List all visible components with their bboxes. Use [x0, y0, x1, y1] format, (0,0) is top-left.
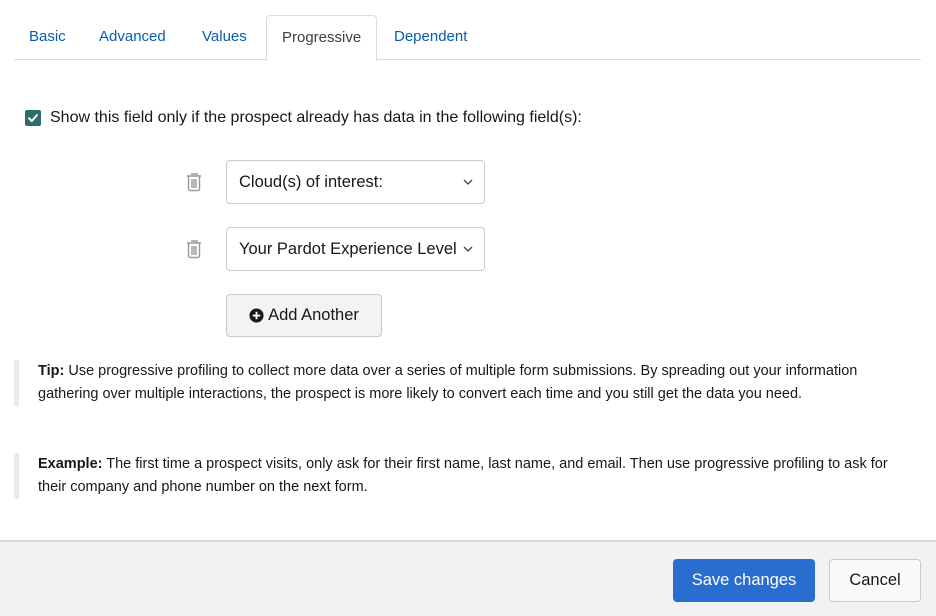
- show-field-checkbox[interactable]: [25, 110, 41, 126]
- tip-text: Use progressive profiling to collect mor…: [38, 363, 858, 402]
- tab-bar: Basic Advanced Values Progressive Depend…: [14, 15, 921, 61]
- tip-label: Tip:: [38, 363, 65, 379]
- plus-circle-icon: [249, 308, 264, 323]
- tab-dependent[interactable]: Dependent: [379, 15, 482, 60]
- show-field-label: Show this field only if the prospect alr…: [50, 109, 582, 126]
- example-text: The first time a prospect visits, only a…: [38, 456, 888, 495]
- tab-basic[interactable]: Basic: [14, 15, 81, 60]
- select-value: Your Pardot Experience Level: [239, 239, 457, 258]
- tab-advanced[interactable]: Advanced: [84, 15, 181, 60]
- tab-progressive[interactable]: Progressive: [266, 15, 378, 61]
- chevron-down-icon: [463, 179, 473, 185]
- condition-field-row: Cloud(s) of interest:: [184, 160, 485, 204]
- add-another-label: Add Another: [268, 306, 359, 324]
- cancel-button[interactable]: Cancel: [829, 559, 921, 602]
- checkmark-icon: [28, 114, 38, 122]
- example-note: Example: The first time a prospect visit…: [14, 453, 919, 499]
- example-label: Example:: [38, 456, 103, 472]
- condition-field-select[interactable]: Your Pardot Experience Level: [226, 227, 485, 271]
- condition-field-select[interactable]: Cloud(s) of interest:: [226, 160, 485, 204]
- chevron-down-icon: [463, 246, 473, 252]
- footer: Save changes Cancel: [0, 540, 936, 616]
- condition-field-row: Your Pardot Experience Level: [184, 227, 485, 271]
- show-field-condition: Show this field only if the prospect alr…: [25, 109, 582, 127]
- trash-icon[interactable]: [184, 238, 204, 260]
- select-value: Cloud(s) of interest:: [239, 172, 383, 191]
- trash-icon[interactable]: [184, 171, 204, 193]
- tab-values[interactable]: Values: [187, 15, 262, 60]
- add-another-button[interactable]: Add Another: [226, 294, 382, 337]
- tip-note: Tip: Use progressive profiling to collec…: [14, 360, 919, 406]
- save-changes-button[interactable]: Save changes: [673, 559, 815, 602]
